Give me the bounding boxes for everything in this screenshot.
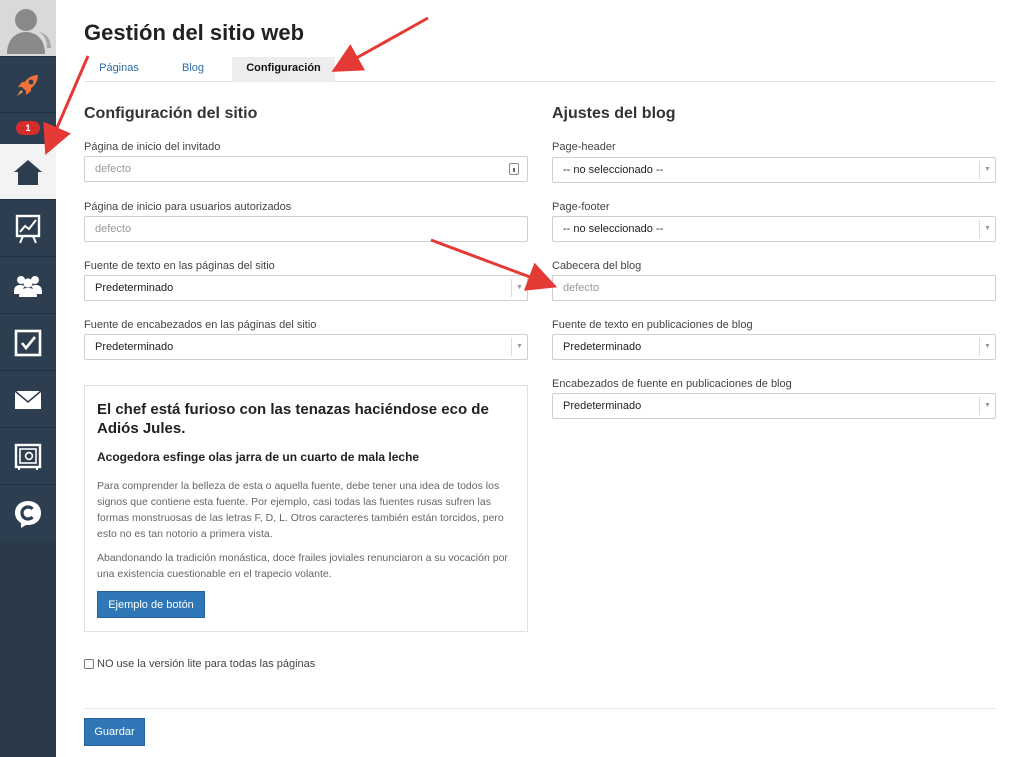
tab-pages[interactable]: Páginas [84, 57, 154, 82]
page-header-select[interactable]: -- no seleccionado -- ▼ [552, 157, 996, 183]
tab-blog[interactable]: Blog [162, 57, 224, 82]
tab-configuration[interactable]: Configuración [232, 57, 335, 82]
post-text-font-label: Fuente de texto en publicaciones de blog [552, 319, 753, 331]
preview-paragraph-1: Para comprender la belleza de esta o aqu… [97, 480, 504, 540]
users-group-icon [14, 275, 42, 297]
heading-font-value: Predeterminado [95, 341, 174, 353]
heading-font-select[interactable]: Predeterminado ▼ [84, 334, 528, 360]
envelope-icon [14, 389, 42, 409]
sidebar-empty-area [0, 541, 56, 757]
contact-card-icon[interactable] [509, 163, 519, 175]
auth-home-label: Página de inicio para usuarios autorizad… [84, 201, 292, 213]
sidebar-item-users[interactable] [0, 258, 56, 314]
heading-font-label: Fuente de encabezados en las páginas del… [84, 319, 317, 331]
home-icon [14, 159, 42, 185]
user-silhouette-icon [7, 9, 51, 54]
page-header-value: -- no seleccionado -- [563, 164, 664, 176]
safe-icon [14, 443, 42, 470]
chevron-down-icon[interactable]: ▼ [979, 397, 995, 415]
sidebar-item-tasks[interactable] [0, 315, 56, 371]
preview-heading-2: Acogedora esfinge olas jarra de un cuart… [97, 450, 420, 464]
blog-header-placeholder: defecto [563, 282, 600, 294]
checkbox-icon [14, 329, 42, 356]
chevron-down-icon[interactable]: ▼ [511, 338, 527, 356]
save-button[interactable]: Guardar [84, 718, 145, 746]
post-text-font-value: Predeterminado [563, 341, 642, 353]
preview-heading-1: El chef está furioso con las tenazas hac… [97, 401, 489, 437]
text-font-select[interactable]: Predeterminado ▼ [84, 275, 528, 301]
sidebar-item-launch[interactable] [0, 57, 56, 113]
chart-board-icon [15, 214, 41, 243]
chevron-down-icon[interactable]: ▼ [979, 338, 995, 356]
chevron-down-icon[interactable]: ▼ [979, 220, 995, 238]
post-heading-font-value: Predeterminado [563, 400, 642, 412]
notification-badge: 1 [16, 121, 40, 135]
chevron-down-icon[interactable]: ▼ [979, 161, 995, 179]
text-font-value: Predeterminado [95, 282, 174, 294]
blog-settings-title: Ajustes del blog [552, 105, 676, 122]
auth-home-input[interactable]: defecto [84, 216, 528, 242]
rocket-icon [17, 74, 38, 96]
sidebar-item-safe[interactable] [0, 429, 56, 485]
guest-home-placeholder: defecto [95, 163, 132, 175]
site-settings-title: Configuración del sitio [84, 105, 258, 122]
text-font-label: Fuente de texto en las páginas del sitio [84, 260, 275, 272]
page-footer-label: Page-footer [552, 201, 610, 213]
guest-home-label: Página de inicio del invitado [84, 141, 221, 153]
page-header-label: Page-header [552, 141, 616, 153]
post-heading-font-select[interactable]: Predeterminado ▼ [552, 393, 996, 419]
font-preview-box: El chef está furioso con las tenazas hac… [84, 385, 528, 632]
lite-version-checkbox[interactable] [84, 659, 94, 669]
chat-c-icon [15, 500, 41, 528]
post-heading-font-label: Encabezados de fuente en publicaciones d… [552, 378, 792, 390]
tab-bar: Páginas Blog Configuración [84, 57, 996, 82]
sidebar-item-mail[interactable] [0, 372, 56, 428]
lite-version-label: NO use la versión lite para todas las pá… [97, 658, 316, 670]
sample-button[interactable]: Ejemplo de botón [97, 591, 205, 618]
page-title: Gestión del sitio web [84, 20, 305, 45]
sidebar-item-chat[interactable] [0, 486, 56, 542]
guest-home-input[interactable]: defecto [84, 156, 528, 182]
chevron-down-icon[interactable]: ▼ [511, 279, 527, 297]
blog-header-label: Cabecera del blog [552, 260, 642, 272]
blog-header-input[interactable]: defecto [552, 275, 996, 301]
sidebar-item-user-avatar[interactable] [0, 0, 56, 57]
divider [84, 708, 996, 709]
sidebar-item-home[interactable] [0, 144, 56, 200]
lite-version-option[interactable]: NO use la versión lite para todas las pá… [84, 657, 315, 671]
auth-home-placeholder: defecto [95, 223, 132, 235]
sidebar-item-statistics[interactable] [0, 201, 56, 257]
preview-paragraph-2: Abandonando la tradición monástica, doce… [97, 552, 508, 580]
page-footer-value: -- no seleccionado -- [563, 223, 664, 235]
post-text-font-select[interactable]: Predeterminado ▼ [552, 334, 996, 360]
page-footer-select[interactable]: -- no seleccionado -- ▼ [552, 216, 996, 242]
sidebar: 1 [0, 0, 56, 757]
